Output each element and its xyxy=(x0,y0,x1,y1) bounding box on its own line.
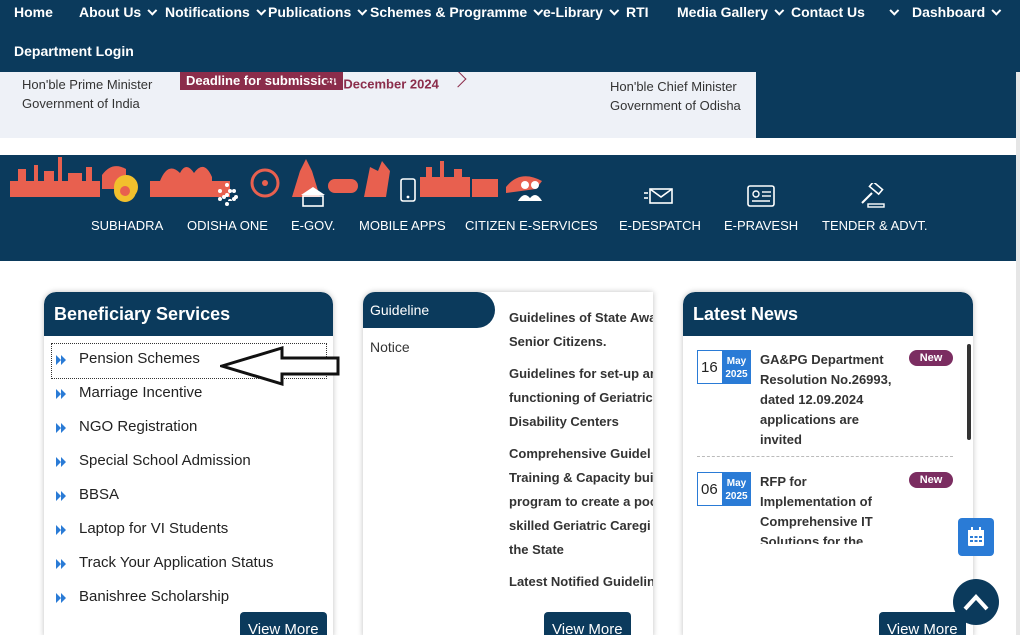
service-subhadra[interactable]: SUBHADRA xyxy=(91,218,163,233)
e-pravesh-icon xyxy=(747,185,775,207)
news-text: RFP for Implementation of Comprehensive … xyxy=(760,474,873,544)
tender-advt-icon xyxy=(861,183,885,208)
beneficiary-item-ngo-registration[interactable]: NGO Registration xyxy=(52,412,326,446)
nav-schemes-programme[interactable]: Schemes & Programme xyxy=(370,4,544,20)
e-gov-icon xyxy=(301,187,325,207)
double-chevron-right-icon xyxy=(56,423,66,433)
beneficiary-view-more-button[interactable]: View More xyxy=(240,612,327,635)
odisha-one-icon xyxy=(218,183,236,206)
services-strip: SUBHADRA ODISHA ONE E-GOV. MOBILE APPS C… xyxy=(0,155,1020,261)
chevron-down-icon xyxy=(357,5,368,16)
nav-publications[interactable]: Publications xyxy=(268,4,368,20)
chevron-right-icon xyxy=(449,72,467,88)
nav-rti[interactable]: RTI xyxy=(626,4,649,20)
nav-more-dropdown[interactable] xyxy=(888,4,900,20)
nav-notifications[interactable]: Notifications xyxy=(165,4,267,20)
service-e-pravesh[interactable]: E-PRAVESH xyxy=(724,218,798,233)
latest-news-card: Latest News 16 May 2025 GA&PG Department … xyxy=(683,292,973,635)
deadline-label: Deadline for submission xyxy=(180,72,343,90)
subhadra-logo-icon xyxy=(114,180,136,202)
nav-media-gallery[interactable]: Media Gallery xyxy=(677,4,785,20)
double-chevron-right-icon xyxy=(56,491,66,501)
service-odisha-one[interactable]: ODISHA ONE xyxy=(187,218,268,233)
guideline-item-geriatric-centers[interactable]: Guidelines for set-up an functioning of … xyxy=(509,362,653,434)
chevron-down-icon xyxy=(609,5,620,16)
service-tender-advt[interactable]: TENDER & ADVT. xyxy=(822,218,927,233)
guideline-view-more-button[interactable]: View More xyxy=(544,612,631,635)
double-chevron-right-icon xyxy=(56,389,66,399)
news-view-more-button[interactable]: View More xyxy=(879,612,966,635)
cm-government: Government of Odisha xyxy=(610,98,741,113)
nav-contact-us[interactable]: Contact Us xyxy=(791,4,865,20)
news-date-box: 06 May 2025 xyxy=(697,472,751,506)
beneficiary-item-laptop-vi-students[interactable]: Laptop for VI Students xyxy=(52,514,326,548)
guideline-notice-card: Guideline Notice Guidelines of State Awa… xyxy=(363,292,653,635)
service-e-despatch[interactable]: E-DESPATCH xyxy=(619,218,701,233)
top-navigation: Home About Us Notifications Publications… xyxy=(0,0,1020,72)
calendar-button[interactable] xyxy=(958,518,994,556)
guideline-item-latest-notified[interactable]: Latest Notified Guidelin xyxy=(509,570,653,594)
new-badge: New xyxy=(909,472,953,488)
chevron-down-icon xyxy=(256,5,267,16)
beneficiary-item-track-application-status[interactable]: Track Your Application Status xyxy=(52,548,326,582)
chevron-down-icon xyxy=(774,5,785,16)
deadline-date: 5th December 2024 xyxy=(325,76,439,92)
nav-dashboard[interactable]: Dashboard xyxy=(912,4,1002,20)
chevron-up-icon xyxy=(963,594,989,611)
e-despatch-icon xyxy=(644,188,673,204)
latest-news-title: Latest News xyxy=(683,292,973,336)
guideline-list: Guidelines of State Awa Senior Citizens.… xyxy=(509,306,653,602)
hero-banner[interactable]: Deadline for submission 5th December 202… xyxy=(0,72,1020,138)
double-chevron-right-icon xyxy=(56,559,66,569)
guideline-item-state-awards[interactable]: Guidelines of State Awa Senior Citizens. xyxy=(509,306,653,354)
chevron-down-icon xyxy=(147,5,158,16)
page-scrollbar[interactable] xyxy=(1016,72,1020,635)
page: Home About Us Notifications Publications… xyxy=(0,0,1020,635)
service-citizen-e-services[interactable]: CITIZEN E-SERVICES xyxy=(465,218,598,233)
double-chevron-right-icon xyxy=(56,355,66,365)
news-scrollbar[interactable] xyxy=(967,344,971,440)
nav-e-library[interactable]: e-Library xyxy=(543,4,620,20)
chevron-down-icon xyxy=(889,5,900,16)
nav-department-login[interactable]: Department Login xyxy=(14,43,134,59)
chevron-down-icon xyxy=(533,5,544,16)
nav-home[interactable]: Home xyxy=(14,4,53,20)
double-chevron-right-icon xyxy=(56,457,66,467)
beneficiary-services-title: Beneficiary Services xyxy=(44,292,333,336)
service-e-gov[interactable]: E-GOV. xyxy=(291,218,335,233)
arrow-pointer-icon xyxy=(220,346,340,386)
beneficiary-item-special-school-admission[interactable]: Special School Admission xyxy=(52,446,326,480)
beneficiary-services-card: Beneficiary Services Pension Schemes Mar… xyxy=(44,292,333,635)
beneficiary-item-banishree-scholarship[interactable]: Banishree Scholarship xyxy=(52,582,326,616)
chevron-down-icon xyxy=(991,5,1002,16)
news-date-box: 16 May 2025 xyxy=(697,350,751,384)
pm-title: Hon'ble Prime Minister xyxy=(22,77,153,92)
pm-government: Government of India xyxy=(22,96,140,111)
news-divider xyxy=(697,456,953,457)
nav-row: Home About Us Notifications Publications… xyxy=(0,0,1020,26)
guideline-item-training-capacity[interactable]: Comprehensive Guidel Training & Capacity… xyxy=(509,442,653,562)
double-chevron-right-icon xyxy=(56,525,66,535)
cm-title: Hon'ble Chief Minister xyxy=(610,79,737,94)
citizen-e-services-icon xyxy=(518,181,542,201)
double-chevron-right-icon xyxy=(56,593,66,603)
calendar-icon xyxy=(968,527,984,546)
tab-notice[interactable]: Notice xyxy=(370,339,410,355)
beneficiary-item-bbsa[interactable]: BBSA xyxy=(52,480,326,514)
odisha-skyline-illustration xyxy=(10,157,542,201)
news-item[interactable]: 06 May 2025 RFP for Implementation of Com… xyxy=(697,472,953,544)
news-text: GA&PG Department Resolution No.26993, da… xyxy=(760,352,892,447)
service-mobile-apps[interactable]: MOBILE APPS xyxy=(359,218,446,233)
mobile-apps-icon xyxy=(400,178,416,202)
nav-about-us[interactable]: About Us xyxy=(79,4,158,20)
new-badge: New xyxy=(909,350,953,366)
tab-guideline[interactable]: Guideline xyxy=(363,292,495,328)
banner-dark-panel xyxy=(756,72,1020,138)
scroll-to-top-button[interactable] xyxy=(953,579,999,625)
